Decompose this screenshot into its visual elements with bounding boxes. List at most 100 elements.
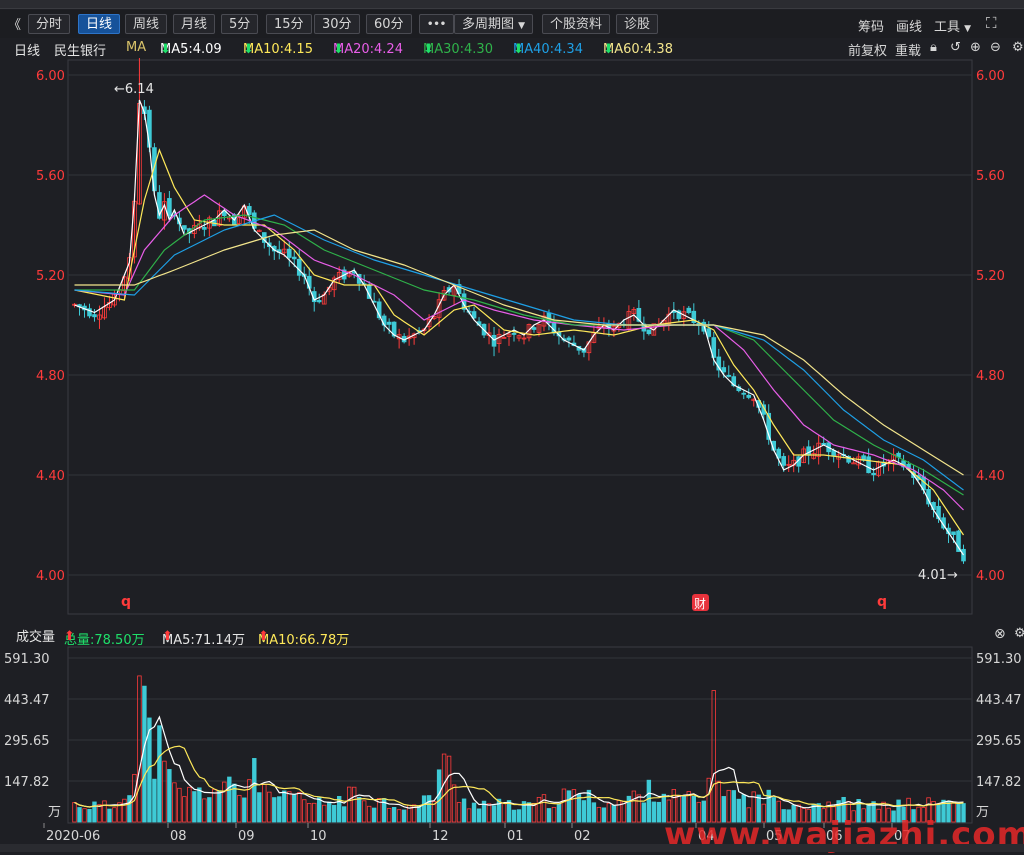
- volume-bar: [157, 725, 162, 823]
- volume-bar: [207, 797, 212, 823]
- volume-bar: [581, 800, 587, 823]
- ma-lines: [74, 99, 964, 556]
- volume-bar: [272, 797, 277, 823]
- more-button[interactable]: •••: [419, 14, 455, 34]
- volume-bar: [371, 807, 377, 823]
- volume-bar: [182, 796, 187, 823]
- tab-yuexian[interactable]: 月线: [173, 14, 216, 34]
- volume-bar: [277, 796, 282, 823]
- tab-zhouxian[interactable]: 周线: [125, 14, 168, 34]
- volume-bar: [307, 803, 312, 823]
- settings-icon[interactable]: ⚙: [1012, 40, 1024, 55]
- volume-bar: [641, 802, 647, 823]
- draw-button[interactable]: 画线: [896, 16, 922, 35]
- chips-button[interactable]: 筹码: [858, 16, 884, 35]
- undo-icon[interactable]: ↺: [950, 40, 961, 55]
- volume-bar: [312, 802, 317, 823]
- volume-bar: [292, 794, 297, 823]
- volume-bar: [586, 789, 592, 823]
- date-label: 10: [310, 829, 327, 844]
- event-marker-q[interactable]: q: [121, 594, 131, 610]
- volume-info-bar: 成交量 总量:78.50万 ⬆ MA5:71.14万 ⬆ MA10:66.78万 ⬆ …: [0, 623, 1024, 648]
- volume-bar: [711, 690, 716, 823]
- arrow-down-icon: ⬇: [423, 42, 434, 57]
- price-grid: [68, 74, 972, 576]
- tab-fenshi[interactable]: 分时: [28, 14, 71, 34]
- stock-name: 民生银行: [54, 44, 107, 59]
- volume-bar: [137, 675, 142, 823]
- volume-bar: [401, 809, 407, 823]
- arrow-up-icon: ⬆: [64, 629, 75, 644]
- tab-30min[interactable]: 30分: [314, 14, 360, 34]
- volume-bar: [257, 792, 262, 823]
- volume-bar: [536, 796, 542, 823]
- volume-settings-icon[interactable]: ⚙: [1014, 626, 1024, 641]
- zoom-out-icon[interactable]: ⊖: [990, 40, 1001, 55]
- volume-bar: [252, 758, 257, 823]
- price-chart-frame: [67, 59, 973, 615]
- lock-icon[interactable]: 🔒︎: [930, 40, 937, 55]
- volume-bar: [616, 800, 622, 823]
- event-marker-q[interactable]: q: [877, 594, 887, 610]
- volume-bar: [162, 760, 167, 823]
- price-tick-left: 5.60: [36, 169, 65, 184]
- zoom-in-icon[interactable]: ⊕: [970, 40, 981, 55]
- volume-unit-left: 万: [48, 805, 61, 820]
- volume-bar: [222, 781, 227, 823]
- close-panel-icon[interactable]: ⊗: [994, 626, 1006, 642]
- volume-chart-frame: [67, 646, 973, 824]
- volume-bar: [302, 799, 307, 823]
- tab-rixian[interactable]: 日线: [78, 14, 121, 34]
- volume-bar: [341, 806, 347, 823]
- ma60-line: [74, 229, 964, 476]
- price-tick-left: 4.80: [36, 369, 65, 384]
- date-label: 2020-06: [46, 829, 100, 844]
- volume-bar: [232, 783, 237, 823]
- candle-body: [721, 367, 727, 373]
- arrow-down-icon: ⬇: [243, 42, 254, 57]
- adjust-button[interactable]: 前复权: [848, 40, 887, 59]
- price-chart[interactable]: 6.00 6.00 5.60 5.60 5.20 5.20 4.80 4.80 4.40 4.40…: [0, 58, 1024, 623]
- volume-bar: [416, 805, 422, 823]
- volume-bar: [361, 800, 367, 823]
- volume-bar: [167, 769, 172, 823]
- tab-15min[interactable]: 15分: [266, 14, 312, 34]
- candle-body: [686, 307, 692, 313]
- fullscreen-icon[interactable]: ⛶: [986, 14, 997, 32]
- price-tick-left: 4.40: [36, 469, 65, 484]
- reload-button[interactable]: 重载: [895, 40, 921, 59]
- multi-period-dropdown[interactable]: 多周期图 ▼: [454, 14, 534, 34]
- collapse-icon[interactable]: 《: [8, 14, 21, 33]
- tools-dropdown[interactable]: 工具 ▼: [934, 16, 971, 35]
- candle-body: [866, 456, 871, 474]
- volume-bar: [501, 802, 507, 823]
- candle-body: [92, 314, 97, 318]
- volume-tick-left: 295.65: [4, 734, 50, 749]
- volume-tick-left: 443.47: [4, 693, 50, 708]
- arrow-down-icon: ⬇: [160, 42, 171, 57]
- volume-bar: [636, 794, 642, 823]
- volume-bar: [491, 805, 497, 823]
- volume-bar: [282, 790, 287, 823]
- tab-5min[interactable]: 5分: [221, 14, 259, 34]
- volume-bar: [386, 807, 392, 823]
- candle-body: [726, 374, 732, 377]
- volume-bar: [297, 792, 302, 823]
- top-menu-strip: [0, 0, 1024, 9]
- volume-bar: [237, 794, 242, 823]
- volume-bar: [441, 753, 447, 823]
- arrow-down-icon: ⬇: [603, 42, 614, 57]
- volume-bar: [556, 803, 562, 823]
- candle-body: [951, 531, 956, 536]
- stock-info-button[interactable]: 个股资料: [542, 14, 611, 34]
- candle-body: [851, 462, 856, 465]
- volume-tick-right: 295.65: [976, 734, 1022, 749]
- finance-marker[interactable]: 财: [694, 597, 706, 611]
- volume-bar: [451, 784, 457, 823]
- volume-bar: [332, 804, 337, 823]
- arrow-down-icon: ⬇: [513, 42, 524, 57]
- low-annotation: 4.01→: [918, 568, 958, 583]
- tab-60min[interactable]: 60分: [366, 14, 412, 34]
- ma5-line: [74, 99, 964, 556]
- diagnose-button[interactable]: 诊股: [616, 14, 659, 34]
